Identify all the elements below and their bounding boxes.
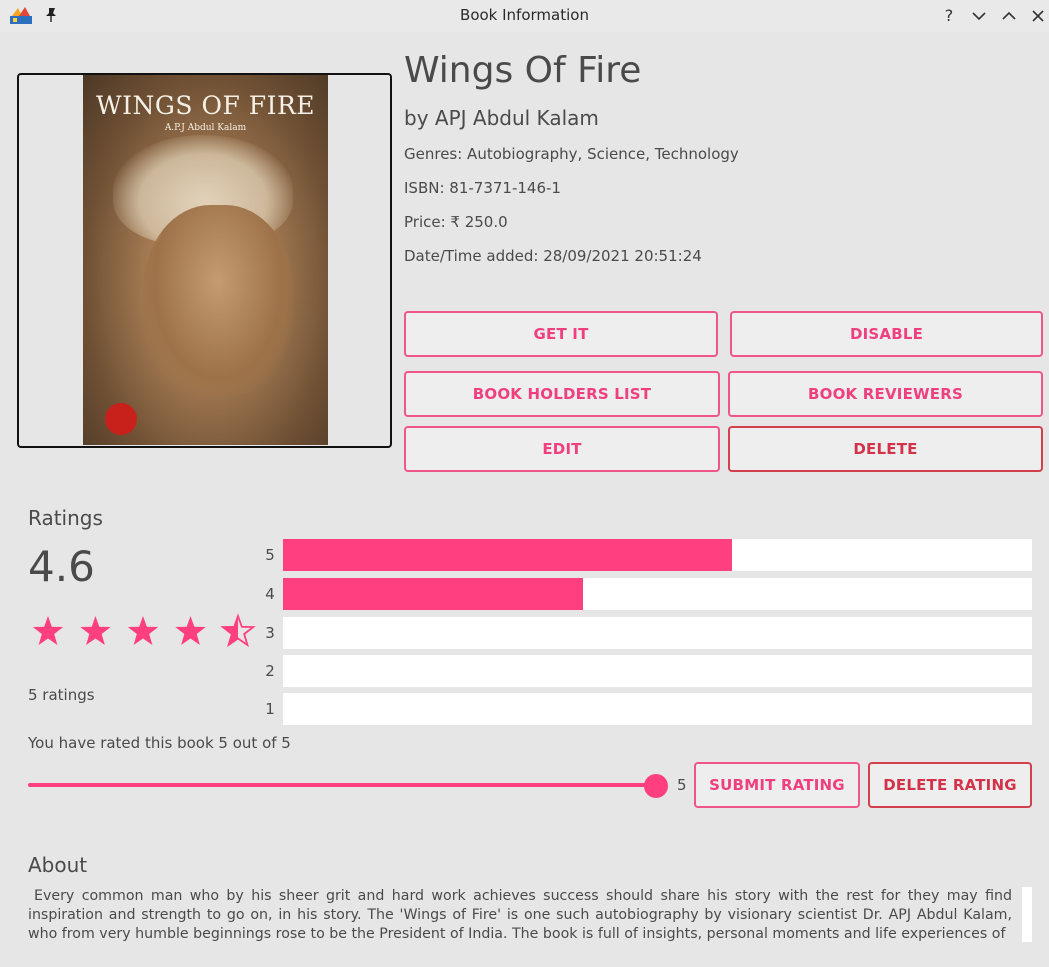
minimize-button[interactable]: [970, 7, 988, 25]
book-reviewers-button[interactable]: BOOK REVIEWERS: [728, 371, 1043, 417]
average-rating: 4.6: [28, 542, 95, 591]
rating-bar-row: 4: [262, 578, 1032, 610]
rating-bar-track: [283, 578, 1032, 610]
rating-bar-fill: [283, 539, 733, 571]
book-genres: Genres: Autobiography, Science, Technolo…: [404, 145, 739, 163]
book-isbn: ISBN: 81-7371-146-1: [404, 179, 561, 197]
cover-author-text: A.P.J Abdul Kalam: [164, 123, 247, 133]
edit-button[interactable]: EDIT: [404, 426, 720, 472]
question-mark-icon: ?: [944, 6, 954, 25]
book-cover-frame: WINGS OF FIRE A.P.J Abdul Kalam: [17, 73, 392, 448]
rating-bar-track: [283, 655, 1032, 687]
rating-bar-label: 4: [265, 585, 275, 603]
book-cover-image: WINGS OF FIRE A.P.J Abdul Kalam: [83, 75, 328, 445]
average-stars: [32, 613, 256, 648]
delete-rating-button[interactable]: DELETE RATING: [868, 762, 1032, 808]
rating-bar-track: [283, 693, 1032, 725]
rating-bar-label: 5: [265, 546, 275, 564]
rating-bar-row: 5: [262, 539, 1032, 571]
star-icon-full: [80, 616, 111, 645]
help-button[interactable]: ?: [940, 7, 958, 25]
ratings-heading: Ratings: [28, 506, 103, 530]
cover-portrait-face: [143, 205, 293, 395]
slider-thumb[interactable]: [644, 774, 668, 798]
cover-seal: [105, 403, 137, 435]
rating-bar-fill: [283, 578, 583, 610]
get-it-button[interactable]: GET IT: [404, 311, 718, 357]
rating-bar-label: 3: [265, 624, 275, 642]
rating-bar-label: 1: [265, 700, 275, 718]
about-text: Every common man who by his sheer grit a…: [28, 887, 1022, 942]
your-rating-text: You have rated this book 5 out of 5: [28, 734, 291, 752]
rating-bar-label: 2: [265, 662, 275, 680]
close-button[interactable]: [1029, 7, 1047, 25]
about-text-area[interactable]: Every common man who by his sheer grit a…: [28, 887, 1032, 942]
rating-slider[interactable]: [28, 770, 668, 800]
disable-button[interactable]: DISABLE: [730, 311, 1043, 357]
rating-bar-track: [283, 617, 1032, 649]
chevron-up-icon: [1002, 11, 1016, 20]
book-price: Price: ₹ 250.0: [404, 213, 508, 231]
star-icon-full: [175, 616, 206, 645]
chevron-down-icon: [972, 12, 986, 21]
close-icon: [1032, 10, 1044, 22]
star-icon-full: [127, 616, 159, 645]
star-icon-full: [32, 616, 64, 645]
rating-bar-row: 3: [262, 617, 1032, 649]
book-holders-list-button[interactable]: BOOK HOLDERS LIST: [404, 371, 720, 417]
submit-rating-button[interactable]: SUBMIT RATING: [694, 762, 860, 808]
about-heading: About: [28, 853, 88, 877]
rating-count: 5 ratings: [28, 686, 95, 704]
slider-value: 5: [677, 776, 687, 794]
book-date-added: Date/Time added: 28/09/2021 20:51:24: [404, 247, 702, 265]
title-bar: Book Information ?: [0, 0, 1049, 32]
window-title: Book Information: [460, 6, 589, 24]
maximize-button[interactable]: [1000, 7, 1018, 25]
rating-bar-row: 2: [262, 655, 1032, 687]
rating-bar-track: [283, 539, 1032, 571]
book-author: by APJ Abdul Kalam: [404, 106, 599, 130]
cover-title-text: WINGS OF FIRE: [95, 91, 316, 120]
delete-button[interactable]: DELETE: [728, 426, 1043, 472]
rating-bar-row: 1: [262, 693, 1032, 725]
slider-track[interactable]: [28, 783, 656, 787]
book-title: Wings Of Fire: [404, 50, 642, 91]
